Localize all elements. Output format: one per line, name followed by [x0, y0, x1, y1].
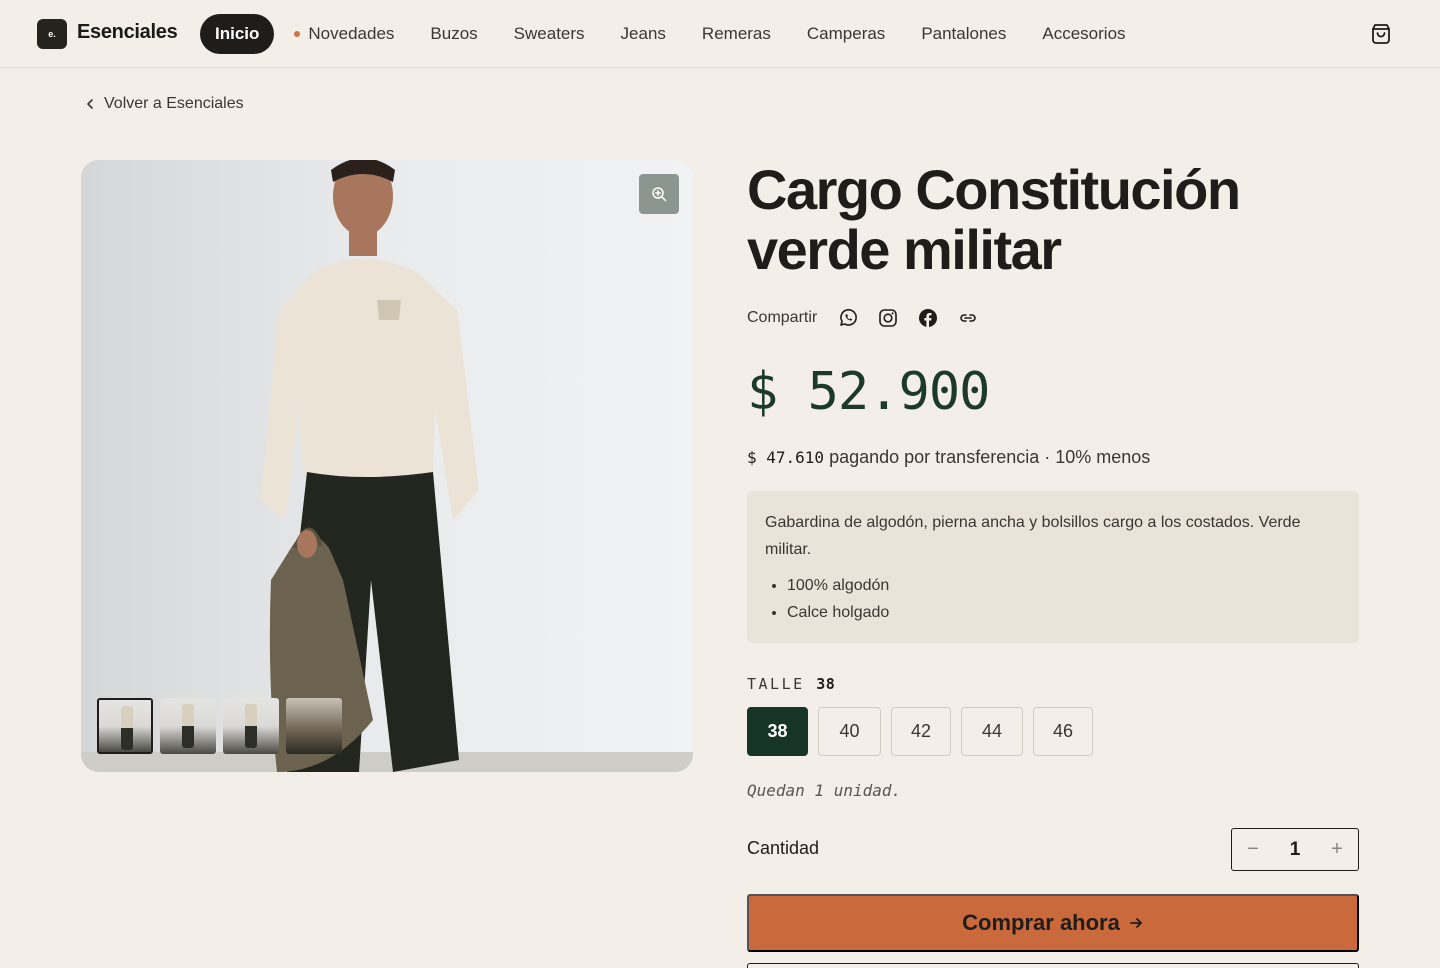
- thumbnail-1[interactable]: [97, 698, 153, 754]
- nav-item-label: Novedades: [308, 24, 395, 43]
- facebook-icon[interactable]: [917, 307, 939, 329]
- back-link-label: Volver a Esenciales: [104, 95, 244, 112]
- plus-icon[interactable]: +: [1328, 838, 1346, 861]
- transfer-price: $ 47.610: [747, 448, 825, 467]
- nav-item-camperas[interactable]: Camperas: [807, 24, 885, 44]
- transfer-text: pagando por transferencia · 10% menos: [829, 447, 1151, 467]
- size-option-44[interactable]: 44: [961, 707, 1023, 756]
- product-title: Cargo Constitución verde militar: [747, 158, 1241, 281]
- nav-item-remeras[interactable]: Remeras: [702, 24, 771, 44]
- nav-item-pantalones[interactable]: Pantalones: [921, 24, 1006, 44]
- selected-size-value: 38: [816, 675, 836, 693]
- feature-list: 100% algodón Calce holgado: [765, 572, 1341, 626]
- size-label: TALLE 38: [747, 675, 835, 693]
- top-navigation: e. Esenciales Inicio Novedades Buzos Swe…: [0, 0, 1440, 68]
- thumbnail-2[interactable]: [160, 698, 216, 754]
- share-label: Compartir: [747, 309, 818, 326]
- feature-item: Calce holgado: [787, 599, 1341, 626]
- nav-item-sweaters[interactable]: Sweaters: [514, 24, 585, 44]
- size-option-42[interactable]: 42: [891, 707, 951, 756]
- size-selector: 38 40 42 44 46: [747, 707, 1103, 756]
- brand-name[interactable]: Esenciales: [77, 21, 178, 44]
- zoom-in-icon[interactable]: [639, 174, 679, 214]
- minus-icon[interactable]: −: [1244, 838, 1262, 861]
- instagram-icon[interactable]: [877, 307, 899, 329]
- new-indicator-dot: [294, 31, 301, 37]
- nav-item-jeans[interactable]: Jeans: [621, 24, 666, 44]
- buy-now-label: Comprar ahora: [962, 910, 1120, 935]
- nav-item-accesorios[interactable]: Accesorios: [1042, 24, 1125, 44]
- product-image[interactable]: [81, 160, 693, 772]
- feature-item: 100% algodón: [787, 572, 1341, 599]
- thumbnail-figure: [182, 704, 194, 748]
- share-row: Compartir: [747, 305, 997, 331]
- buy-now-button[interactable]: Comprar ahora: [747, 894, 1359, 952]
- back-link[interactable]: Volver a Esenciales: [84, 95, 244, 113]
- nav-item-inicio[interactable]: Inicio: [200, 14, 275, 54]
- shopping-bag-icon[interactable]: [1369, 22, 1393, 46]
- product-description: Gabardina de algodón, pierna ancha y bol…: [747, 491, 1359, 643]
- brand-logo[interactable]: e.: [37, 19, 67, 49]
- product-price: $ 52.900: [747, 362, 990, 422]
- thumbnail-figure: [245, 704, 257, 748]
- main-nav: Inicio Novedades Buzos Sweaters Jeans Re…: [200, 14, 1162, 54]
- quantity-label: Cantidad: [747, 838, 820, 858]
- stock-message: Quedan 1 unidad.: [747, 781, 902, 800]
- size-label-text: TALLE: [747, 675, 805, 693]
- nav-item-novedades[interactable]: Novedades: [294, 24, 394, 44]
- nav-item-buzos[interactable]: Buzos: [430, 24, 477, 44]
- transfer-price-row: $ 47.610 pagando por transferencia · 10%…: [747, 447, 1150, 468]
- product-photo: [81, 160, 693, 772]
- thumbnail-3[interactable]: [223, 698, 279, 754]
- size-option-40[interactable]: 40: [818, 707, 881, 756]
- secondary-button[interactable]: [747, 963, 1359, 968]
- thumbnail-figure: [121, 706, 133, 750]
- description-text: Gabardina de algodón, pierna ancha y bol…: [765, 514, 1301, 558]
- whatsapp-icon[interactable]: [837, 307, 859, 329]
- thumbnail-4[interactable]: [286, 698, 342, 754]
- arrow-right-icon: [1129, 918, 1142, 928]
- thumbnail-strip: [97, 698, 349, 754]
- quantity-value[interactable]: 1: [1290, 839, 1301, 861]
- size-option-38[interactable]: 38: [747, 707, 808, 756]
- logo-text: e.: [48, 29, 56, 39]
- link-icon[interactable]: [957, 307, 979, 329]
- quantity-stepper: − 1 +: [1231, 828, 1359, 871]
- size-option-46[interactable]: 46: [1033, 707, 1093, 756]
- chevron-left-icon: [87, 99, 93, 109]
